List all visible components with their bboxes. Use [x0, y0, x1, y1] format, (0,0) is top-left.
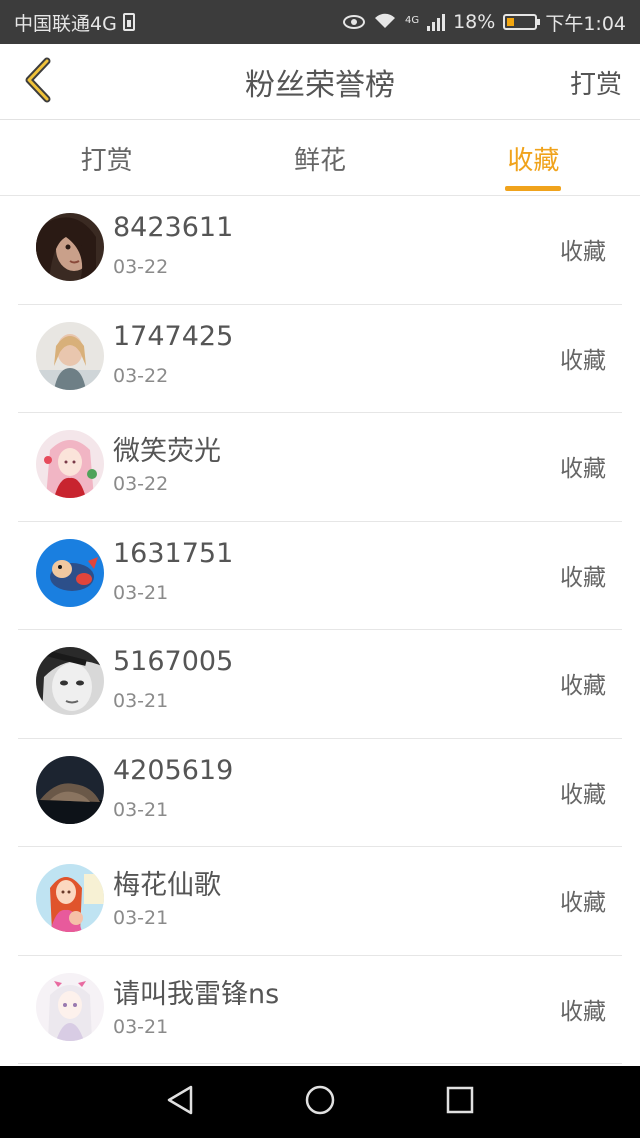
tab-bar: 打赏 鲜花 收藏	[0, 121, 640, 196]
avatar-icon[interactable]	[36, 755, 104, 824]
battery-percent: 18%	[453, 11, 496, 33]
fan-date: 03-22	[113, 473, 169, 495]
fan-date: 03-21	[113, 690, 169, 712]
fan-name: 4205619	[113, 754, 234, 786]
list-item[interactable]: 5167005 03-21 收藏	[18, 630, 622, 739]
wifi-icon	[373, 12, 397, 33]
list-item[interactable]: 梅花仙歌 03-21 收藏	[18, 847, 622, 956]
signal-icon	[427, 13, 446, 31]
avatar-icon[interactable]	[36, 430, 104, 498]
nav-home-icon	[304, 1084, 336, 1120]
favorite-label: 收藏	[560, 890, 606, 916]
list-item[interactable]: 微笑荧光 03-22 收藏	[18, 413, 622, 522]
network-type-label: 4G	[404, 14, 420, 26]
fan-name: 8423611	[113, 212, 234, 243]
fan-name: 请叫我雷锋ns	[113, 978, 280, 1010]
fan-date: 03-21	[113, 1015, 169, 1038]
fan-name: 5167005	[113, 646, 234, 677]
avatar-icon[interactable]	[36, 538, 104, 607]
favorite-label: 收藏	[560, 781, 606, 808]
favorite-label: 收藏	[560, 564, 606, 591]
list-item[interactable]: 8423611 03-22 收藏	[18, 196, 622, 305]
nav-back-icon	[165, 1084, 195, 1120]
favorite-label: 收藏	[560, 456, 606, 482]
favorite-label: 收藏	[560, 347, 606, 374]
list-item[interactable]: 1747425 03-22 收藏	[18, 305, 622, 413]
back-button[interactable]	[14, 57, 62, 107]
fan-name: 微笑荧光	[113, 436, 221, 467]
nav-recents-button[interactable]	[438, 1080, 482, 1124]
page-title: 粉丝荣誉榜	[245, 67, 395, 103]
sim-icon	[122, 13, 135, 31]
clock: 下午1:04	[545, 12, 626, 35]
list-item[interactable]: 4205619 03-21 收藏	[18, 739, 622, 847]
status-bar: 中国联通4G 4G 18% 下午1:04	[0, 0, 640, 44]
fan-name: 1631751	[113, 537, 234, 569]
avatar-icon[interactable]	[36, 213, 104, 281]
back-chevron-icon	[21, 57, 55, 107]
avatar-icon[interactable]	[36, 972, 104, 1041]
nav-back-button[interactable]	[158, 1080, 202, 1124]
avatar-icon[interactable]	[36, 321, 104, 390]
tab-reward[interactable]: 打赏	[0, 121, 213, 195]
reward-button[interactable]: 打赏	[570, 64, 622, 101]
favorite-label: 收藏	[560, 239, 606, 265]
favorite-label: 收藏	[560, 673, 606, 699]
avatar-icon[interactable]	[36, 864, 104, 932]
fan-date: 03-21	[113, 907, 169, 929]
eye-comfort-icon	[342, 15, 365, 29]
tab-flowers[interactable]: 鲜花	[213, 121, 426, 195]
fan-name: 1747425	[113, 320, 234, 352]
fan-list: 8423611 03-22 收藏 1747425 03-22 收藏 微笑荧光 0…	[0, 196, 640, 1064]
fan-date: 03-22	[113, 256, 169, 278]
fan-date: 03-22	[113, 364, 169, 387]
fan-date: 03-21	[113, 581, 169, 604]
list-item[interactable]: 请叫我雷锋ns 03-21 收藏	[18, 956, 622, 1064]
avatar-icon[interactable]	[36, 647, 104, 715]
tab-favorites[interactable]: 收藏	[427, 121, 640, 195]
nav-recents-icon	[445, 1085, 475, 1119]
fan-name: 梅花仙歌	[113, 870, 221, 901]
nav-home-button[interactable]	[298, 1080, 342, 1124]
battery-icon	[503, 14, 541, 30]
carrier-label: 中国联通4G	[14, 12, 117, 35]
system-nav-bar	[0, 1066, 640, 1138]
header: 粉丝荣誉榜 打赏	[0, 44, 640, 120]
fan-date: 03-21	[113, 798, 169, 821]
list-item[interactable]: 1631751 03-21 收藏	[18, 522, 622, 630]
favorite-label: 收藏	[560, 998, 606, 1025]
